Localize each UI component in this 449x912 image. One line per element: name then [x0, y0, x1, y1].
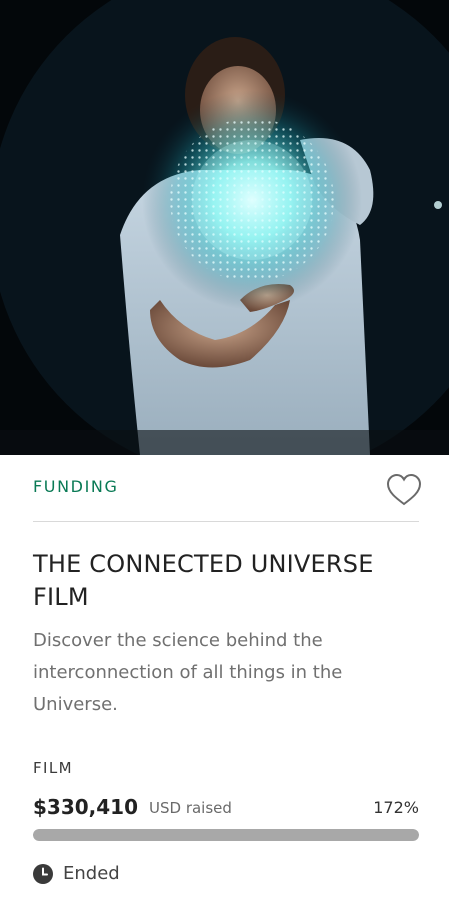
campaign-image-art	[0, 0, 449, 455]
campaign-title[interactable]: THE CONNECTED UNIVERSE FILM	[33, 548, 419, 614]
funding-summary: $330,410 USD raised 172%	[33, 795, 419, 823]
campaign-image[interactable]	[0, 0, 449, 455]
status-label: Ended	[63, 863, 120, 884]
amount-raised: $330,410	[33, 795, 139, 819]
card-header-row: FUNDING	[33, 455, 422, 521]
heart-outline-icon[interactable]	[386, 473, 422, 507]
divider	[33, 521, 419, 522]
campaign-status: Ended	[33, 863, 419, 884]
funding-progress-bar	[33, 829, 419, 841]
campaign-details: FUNDING THE CONNECTED UNIVERSE FILM Disc…	[33, 455, 422, 884]
currency-label: USD raised	[149, 799, 232, 817]
funding-progress-fill	[33, 829, 419, 841]
clock-icon	[33, 863, 53, 884]
campaign-tag[interactable]: FILM	[33, 759, 419, 777]
campaign-card[interactable]: FUNDING THE CONNECTED UNIVERSE FILM Disc…	[0, 0, 449, 912]
campaign-category-label: FUNDING	[33, 477, 119, 496]
campaign-description: Discover the science behind the intercon…	[33, 630, 343, 715]
percent-funded: 172%	[373, 798, 419, 817]
